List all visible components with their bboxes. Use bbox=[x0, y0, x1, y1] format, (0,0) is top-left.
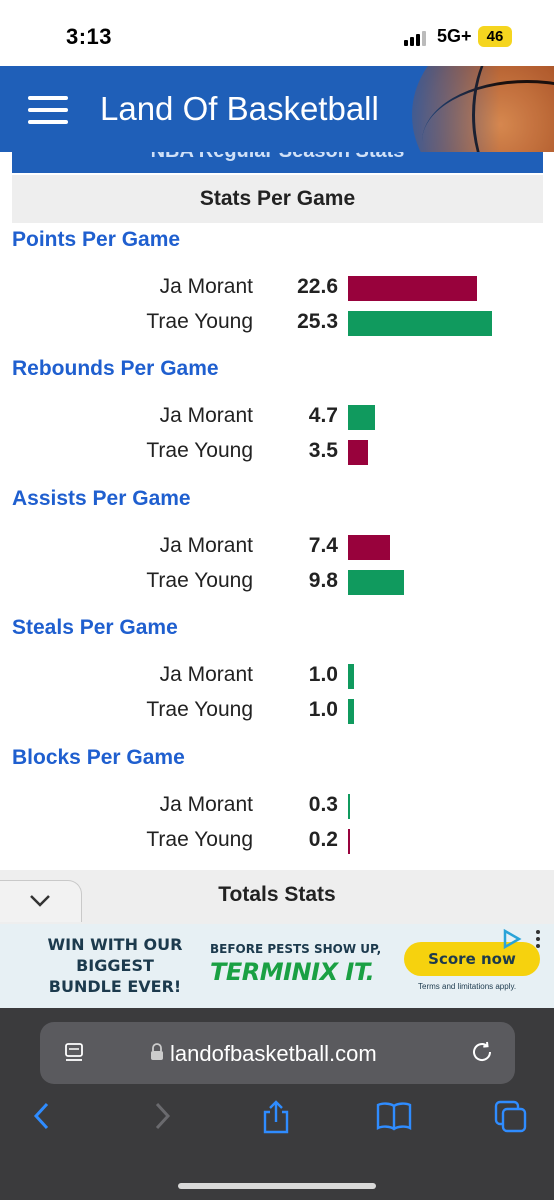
stat-bar bbox=[348, 440, 368, 465]
stat-value: 1.0 bbox=[308, 663, 338, 686]
network-type: 5G+ bbox=[437, 26, 472, 46]
stat-value: 4.7 bbox=[308, 404, 338, 427]
stat-value: 0.2 bbox=[308, 828, 338, 851]
tabs-icon[interactable] bbox=[494, 1100, 528, 1134]
battery-level: 46 bbox=[478, 26, 512, 47]
ad-headline: WIN WITH OUR BIGGEST BUNDLE EVER! bbox=[47, 935, 183, 996]
back-icon[interactable] bbox=[30, 1100, 54, 1132]
stat-bar bbox=[348, 664, 354, 689]
hamburger-icon[interactable] bbox=[28, 96, 68, 124]
stat-value: 3.5 bbox=[308, 439, 338, 462]
forward-icon[interactable] bbox=[150, 1100, 174, 1132]
ad-choices-icon[interactable] bbox=[500, 928, 522, 950]
bookmarks-icon[interactable] bbox=[376, 1100, 412, 1132]
stat-value: 7.4 bbox=[308, 534, 338, 557]
more-vert-icon[interactable] bbox=[534, 928, 542, 950]
stat-bar bbox=[348, 794, 350, 819]
totals-stats-label: Totals Stats bbox=[218, 883, 336, 906]
stat-bar bbox=[348, 829, 350, 854]
ad-brand: TERMINIX IT. bbox=[210, 958, 375, 986]
stat-value: 1.0 bbox=[308, 698, 338, 721]
home-indicator bbox=[178, 1183, 376, 1189]
lock-icon bbox=[151, 1043, 163, 1060]
share-icon[interactable] bbox=[260, 1100, 292, 1134]
stat-bar bbox=[348, 535, 390, 560]
stat-value: 25.3 bbox=[297, 310, 338, 333]
stat-bar bbox=[348, 276, 477, 301]
section-title: Steals Per Game bbox=[12, 616, 178, 639]
section-title: Assists Per Game bbox=[12, 487, 191, 510]
section-header-peek: NBA Regular Season Stats bbox=[12, 152, 543, 173]
ad-tagline: BEFORE PESTS SHOW UP, bbox=[210, 942, 382, 956]
totals-stats-header: Totals Stats bbox=[0, 870, 554, 924]
section-title: Points Per Game bbox=[12, 228, 181, 251]
stat-bar bbox=[348, 405, 375, 430]
site-title[interactable]: Land Of Basketball bbox=[100, 90, 379, 128]
ad-terms: Terms and limitations apply. bbox=[418, 982, 517, 991]
status-bar: 3:13 5G+ 46 bbox=[0, 0, 554, 66]
stat-bar bbox=[348, 311, 492, 336]
status-time: 3:13 bbox=[66, 24, 113, 49]
chevron-down-icon bbox=[30, 895, 50, 907]
browser-toolbar: landofbasketball.com bbox=[0, 1008, 554, 1200]
address-bar[interactable]: landofbasketball.com bbox=[40, 1022, 515, 1084]
reader-icon[interactable] bbox=[64, 1042, 86, 1064]
stat-value: 22.6 bbox=[297, 275, 338, 298]
url-text[interactable]: landofbasketball.com bbox=[170, 1041, 377, 1067]
collapse-ad-button[interactable] bbox=[0, 880, 82, 922]
stat-value: 9.8 bbox=[308, 569, 338, 592]
stats-per-game-header: Stats Per Game bbox=[12, 175, 543, 223]
section-title: Blocks Per Game bbox=[12, 746, 185, 769]
site-header: Land Of Basketball bbox=[0, 66, 554, 152]
reload-icon[interactable] bbox=[470, 1040, 494, 1064]
signal-icon bbox=[404, 30, 430, 46]
stat-bar bbox=[348, 699, 354, 724]
stat-value: 0.3 bbox=[308, 793, 338, 816]
stat-bar bbox=[348, 570, 404, 595]
ad-banner[interactable]: WIN WITH OUR BIGGEST BUNDLE EVER! BEFORE… bbox=[0, 924, 554, 1008]
section-title: Rebounds Per Game bbox=[12, 357, 219, 380]
